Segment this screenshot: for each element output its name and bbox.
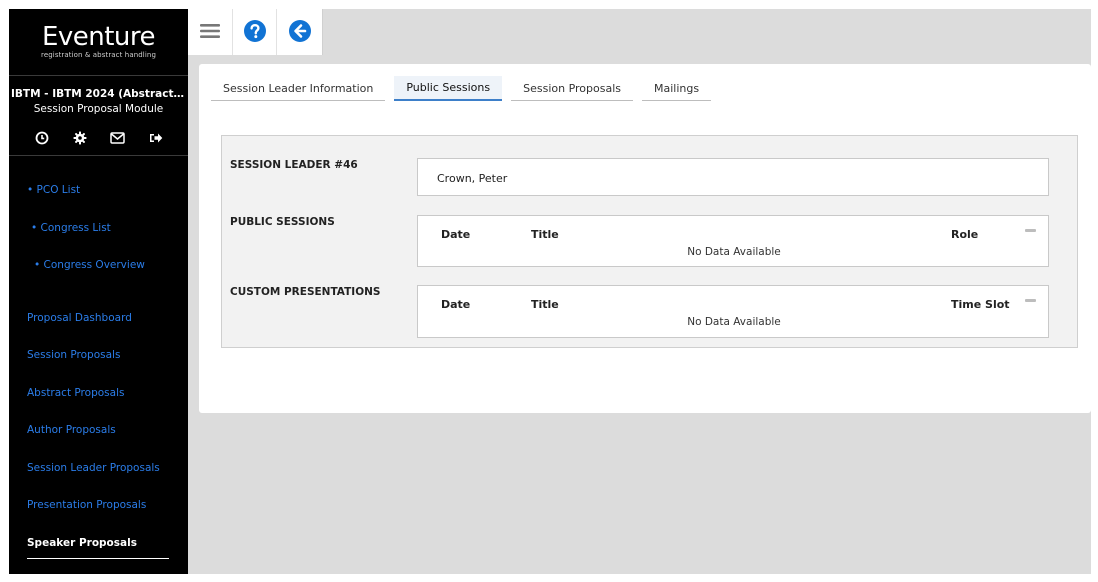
logo-title: Eventure xyxy=(41,22,156,52)
custom-presentations-label: CUSTOM PRESENTATIONS xyxy=(230,286,381,298)
help-icon xyxy=(243,19,266,45)
tab-public-sessions[interactable]: Public Sessions xyxy=(394,76,503,101)
public-sessions-panel: SESSION LEADER #46 Crown, Peter PUBLIC S… xyxy=(221,135,1078,348)
sidebar-toolbar xyxy=(9,127,188,149)
public-sessions-table: Date Title Role No Data Available xyxy=(417,215,1049,267)
empty-message: No Data Available xyxy=(687,246,781,258)
public-sessions-label: PUBLIC SESSIONS xyxy=(230,216,335,228)
session-leader-box: Crown, Peter xyxy=(417,158,1049,196)
tab-session-proposals[interactable]: Session Proposals xyxy=(511,76,634,101)
clock-icon[interactable] xyxy=(33,129,51,147)
session-leader-name: Crown, Peter xyxy=(437,172,508,185)
tab-mailings[interactable]: Mailings xyxy=(642,76,712,101)
back-button[interactable] xyxy=(277,9,322,55)
gear-icon[interactable] xyxy=(71,129,89,147)
app-window: Eventure registration & abstract handlin… xyxy=(9,9,1091,574)
sidebar-item-presentation-proposals[interactable]: Presentation Proposals xyxy=(27,499,146,511)
empty-message: No Data Available xyxy=(687,316,781,328)
column-header-time-slot: Time Slot xyxy=(951,298,1010,311)
session-leader-label: SESSION LEADER #46 xyxy=(230,159,358,171)
top-toolbar xyxy=(188,9,323,55)
sidebar-item-congress-overview[interactable]: • Congress Overview xyxy=(34,259,145,271)
module-title: Session Proposal Module xyxy=(33,103,164,115)
column-header-date: Date xyxy=(441,228,471,241)
sidebar-item-session-proposals[interactable]: Session Proposals xyxy=(27,349,120,361)
sidebar-item-speaker-proposals[interactable]: Speaker Proposals xyxy=(27,537,137,549)
custom-presentations-table: Date Title Time Slot No Data Available xyxy=(417,285,1049,338)
sidebar-item-session-leader-proposals[interactable]: Session Leader Proposals xyxy=(27,462,160,474)
sidebar-item-congress-list[interactable]: • Congress List xyxy=(31,222,111,234)
back-icon xyxy=(288,19,311,45)
logout-icon[interactable] xyxy=(147,129,165,147)
content-card: Session Leader Information Public Sessio… xyxy=(199,64,1091,413)
tab-bar: Session Leader Information Public Sessio… xyxy=(211,76,720,102)
menu-icon xyxy=(199,23,220,42)
sidebar-item-abstract-proposals[interactable]: Abstract Proposals xyxy=(27,387,124,399)
logo: Eventure registration & abstract handlin… xyxy=(9,23,188,59)
mail-icon[interactable] xyxy=(109,129,127,147)
collapse-icon[interactable] xyxy=(1025,229,1036,232)
active-indicator xyxy=(27,558,169,559)
event-title: IBTM - IBTM 2024 (Abstracts & Par... xyxy=(11,88,188,100)
sidebar-item-author-proposals[interactable]: Author Proposals xyxy=(27,424,116,436)
sidebar-item-proposal-dashboard[interactable]: Proposal Dashboard xyxy=(27,312,132,324)
column-header-title: Title xyxy=(531,228,559,241)
menu-button[interactable] xyxy=(188,9,233,55)
column-header-title: Title xyxy=(531,298,559,311)
sidebar-divider xyxy=(9,75,188,76)
collapse-icon[interactable] xyxy=(1025,299,1036,302)
logo-tagline: registration & abstract handling xyxy=(41,51,156,59)
column-header-date: Date xyxy=(441,298,471,311)
column-header-role: Role xyxy=(951,228,979,241)
sidebar: Eventure registration & abstract handlin… xyxy=(9,9,188,574)
sidebar-divider xyxy=(9,155,188,156)
sidebar-item-pco-list[interactable]: • PCO List xyxy=(27,184,80,196)
help-button[interactable] xyxy=(233,9,278,55)
tab-session-leader-information[interactable]: Session Leader Information xyxy=(211,76,386,101)
